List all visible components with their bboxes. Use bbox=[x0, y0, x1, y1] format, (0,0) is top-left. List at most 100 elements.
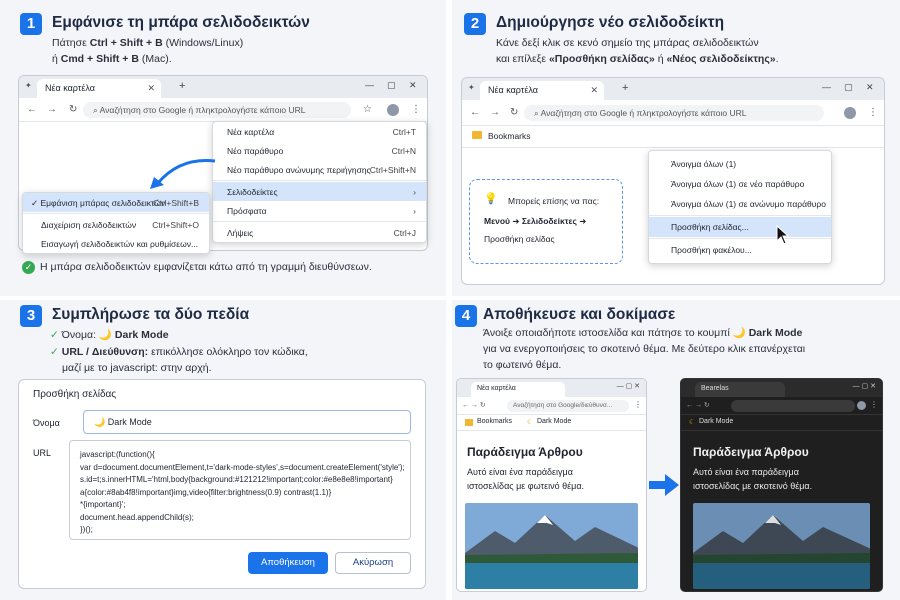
new-tab-icon[interactable]: + bbox=[622, 82, 628, 94]
menu-item[interactable]: Νέο παράθυρο ανώνυμης περιήγησης Ctrl+Shi… bbox=[213, 160, 426, 179]
tab-bar: Νέα καρτέλα — ▢ ✕ bbox=[457, 379, 646, 397]
menu-label: Πρόσφατα bbox=[227, 206, 267, 216]
divider bbox=[649, 215, 831, 216]
bookmark-item[interactable]: Bookmarks bbox=[477, 418, 512, 425]
back-icon[interactable]: ← bbox=[470, 107, 480, 118]
light-browser-mock: Νέα καρτέλα — ▢ ✕ ← → ↻ Αναζήτηση στο Go… bbox=[456, 378, 647, 592]
url-input[interactable]: ⌕ Αναζήτηση στο Google ή πληκτρολογήστε … bbox=[83, 102, 351, 118]
dialog-title: Προσθήκη σελίδας bbox=[33, 389, 117, 400]
tab[interactable]: Bearelas bbox=[695, 382, 785, 397]
back-icon[interactable]: ← bbox=[27, 104, 37, 115]
article-text: ιστοσελίδας με σκοτεινό θέμα. bbox=[693, 481, 813, 491]
name-field[interactable]: 🌙 Dark Mode bbox=[83, 410, 411, 434]
star-icon[interactable]: ☆ bbox=[363, 104, 372, 115]
dark-mode-bookmark[interactable]: Dark Mode bbox=[537, 418, 571, 425]
divider bbox=[213, 221, 426, 222]
text: 🌙 Dark Mode bbox=[98, 329, 169, 341]
url-input[interactable] bbox=[731, 400, 855, 412]
instruction-name: ✓ Όνομα: 🌙 Dark Mode bbox=[50, 328, 169, 343]
close-tab-icon[interactable]: ✕ bbox=[147, 83, 155, 94]
tab[interactable]: Νέα καρτέλα bbox=[471, 382, 565, 397]
bookmarks-bar[interactable]: Bookmarks bbox=[462, 126, 884, 148]
code-line: javascript:(function(){ bbox=[80, 450, 155, 459]
chevron-right-icon: › bbox=[413, 187, 416, 197]
close-tab-icon[interactable]: ✕ bbox=[590, 85, 598, 96]
step-number: 3 bbox=[20, 305, 42, 327]
menu-item[interactable]: Άνοιγμα όλων (1) σε ανώνυμο παράθυρο bbox=[649, 194, 831, 214]
menu-item-show-bookmarks-bar[interactable]: ✓ Εμφάνιση μπάρας σελιδοδεικτών Ctrl+Shif… bbox=[23, 193, 209, 212]
tip-box: 💡 Μπορείς επίσης να πας: Μενού ➜ Σελιδοδ… bbox=[469, 179, 623, 264]
divider bbox=[213, 180, 426, 181]
browser-logo-icon: ✦ bbox=[25, 81, 32, 90]
instruction-url-2: μαζί με το javascript: στην αρχή. bbox=[62, 362, 212, 374]
text: URL / Διεύθυνση: bbox=[61, 346, 149, 358]
window-controls-icon[interactable]: — ▢ ✕ bbox=[617, 382, 640, 390]
close-window-icon[interactable]: ✕ bbox=[866, 82, 874, 93]
tab-label: Νέα καρτέλα bbox=[45, 83, 95, 93]
url-label: URL bbox=[33, 448, 52, 458]
kebab-menu-icon[interactable]: ⋮ bbox=[868, 107, 878, 118]
menu-item[interactable]: Νέα καρτέλα Ctrl+T bbox=[213, 122, 426, 141]
cancel-button[interactable]: Ακύρωση bbox=[335, 552, 411, 574]
menu-item[interactable]: Λήψεις Ctrl+J bbox=[213, 223, 426, 242]
dark-mode-bookmark[interactable]: Dark Mode bbox=[699, 418, 733, 425]
menu-item[interactable]: Προσθήκη φακέλου... bbox=[649, 240, 831, 260]
article-text: Αυτό είναι ένα παράδειγμα bbox=[467, 467, 573, 477]
url-placeholder: Αναζήτηση στο Google ή πληκτρολογήστε κά… bbox=[99, 105, 306, 115]
maximize-icon[interactable]: ▢ bbox=[844, 82, 853, 93]
save-button[interactable]: Αποθήκευση bbox=[248, 552, 328, 574]
url-input[interactable]: ⌕ Αναζήτηση στο Google ή πληκτρολογήστε … bbox=[524, 105, 824, 121]
maximize-icon[interactable]: ▢ bbox=[387, 80, 396, 91]
menu-item[interactable]: Πρόσφατα › bbox=[213, 201, 426, 220]
step-title: Δημιούργησε νέο σελιδοδείκτη bbox=[496, 14, 725, 31]
code-line: document.head.appendChild(s); bbox=[80, 512, 194, 522]
menu-item[interactable]: Άνοιγμα όλων (1) bbox=[649, 154, 831, 174]
avatar[interactable] bbox=[387, 104, 399, 116]
tab-new[interactable]: Νέα καρτέλα ✕ bbox=[480, 81, 604, 100]
menu-item[interactable]: Διαχείριση σελιδοδεικτών Ctrl+Shift+O bbox=[23, 215, 209, 234]
dark-browser-mock: Bearelas — ▢ ✕ ← → ↻ ⋮ ☾ Dark Mode Παράδ… bbox=[680, 378, 883, 592]
shortcut: Ctrl+T bbox=[392, 127, 416, 137]
menu-label: ✓ Εμφάνιση μπάρας σελιδοδεικτών bbox=[31, 198, 166, 208]
menu-item[interactable]: Άνοιγμα όλων (1) σε νέο παράθυρο bbox=[649, 174, 831, 194]
minimize-icon[interactable]: — bbox=[365, 80, 374, 90]
article-title: Παράδειγμα Άρθρου bbox=[467, 445, 583, 459]
text: . bbox=[775, 53, 779, 65]
nav-icons[interactable]: ← → ↻ bbox=[686, 401, 710, 409]
folder-icon bbox=[472, 131, 482, 139]
reload-icon[interactable]: ↻ bbox=[510, 107, 518, 118]
reload-icon[interactable]: ↻ bbox=[69, 104, 77, 115]
menu-item-bookmarks[interactable]: Σελιδοδείκτες › bbox=[213, 182, 426, 201]
article-text: ιστοσελίδας με φωτεινό θέμα. bbox=[467, 481, 585, 491]
text: (Mac). bbox=[138, 53, 172, 65]
shortcut: Ctrl+J bbox=[393, 228, 416, 238]
text: και επίλεξε bbox=[496, 53, 549, 65]
kebab-menu-icon[interactable]: ⋮ bbox=[411, 104, 421, 115]
window-controls-icon[interactable]: — ▢ ✕ bbox=[853, 382, 876, 390]
forward-icon[interactable]: → bbox=[47, 104, 57, 115]
url-field[interactable]: javascript:(function(){ var d=document.d… bbox=[69, 440, 411, 540]
nav-icons[interactable]: ← → ↻ bbox=[462, 401, 486, 409]
tab-label: Νέα καρτέλα bbox=[488, 85, 538, 95]
tab-bar: ✦ Νέα καρτέλα ✕ + — ▢ ✕ bbox=[19, 76, 427, 98]
tip-last: Προσθήκη σελίδας bbox=[484, 234, 555, 244]
step-instructions: και επίλεξε «Προσθήκη σελίδας» ή «Νέος σ… bbox=[496, 52, 779, 67]
step-title: Αποθήκευσε και δοκίμασε bbox=[483, 306, 676, 323]
new-tab-icon[interactable]: + bbox=[179, 80, 185, 92]
close-window-icon[interactable]: ✕ bbox=[409, 80, 417, 91]
kebab-menu-icon[interactable]: ⋮ bbox=[870, 400, 878, 409]
minimize-icon[interactable]: — bbox=[822, 82, 831, 92]
kebab-menu-icon[interactable]: ⋮ bbox=[634, 400, 642, 409]
tab-new[interactable]: Νέα καρτέλα ✕ bbox=[37, 79, 161, 98]
name-label: Όνομα bbox=[33, 418, 60, 428]
shortcut: Ctrl+Shift+B bbox=[153, 198, 199, 208]
divider bbox=[649, 238, 831, 239]
avatar[interactable] bbox=[844, 107, 856, 119]
menu-item[interactable]: Εισαγωγή σελιδοδεικτών και ρυθμίσεων... bbox=[23, 234, 209, 253]
menu-item[interactable]: Νέο παράθυρο Ctrl+N bbox=[213, 141, 426, 160]
forward-icon[interactable]: → bbox=[490, 107, 500, 118]
shortcut: Ctrl+Shift+N bbox=[369, 165, 416, 175]
url-input[interactable]: Αναζήτηση στο Google/διεύθυνσ... bbox=[507, 400, 629, 412]
menu-item-add-page[interactable]: Προσθήκη σελίδας... bbox=[649, 217, 831, 237]
avatar[interactable] bbox=[857, 401, 866, 410]
